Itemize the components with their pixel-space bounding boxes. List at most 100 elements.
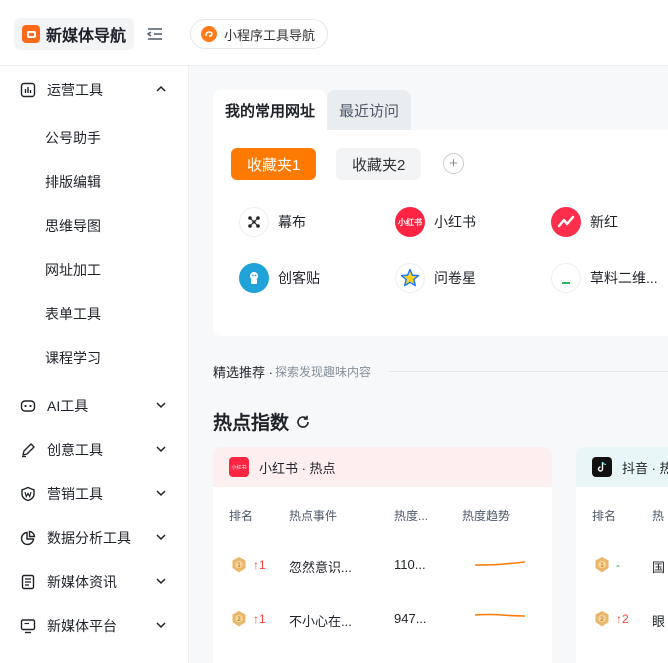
site-link-wenjuanxing[interactable]: 问卷星	[395, 262, 476, 294]
trend-sparkline	[474, 613, 526, 617]
site-name: 小红书	[434, 214, 476, 230]
chuangketie-icon	[239, 263, 269, 293]
hot-event[interactable]: 眼	[652, 611, 665, 630]
caoliao-icon	[551, 263, 581, 293]
sidebar-item-kecheng[interactable]: 课程学习	[45, 336, 101, 380]
sidebar-group-label: 创意工具	[47, 442, 103, 458]
hot-index-title: 热点指数	[213, 413, 290, 434]
pie-chart-icon	[20, 530, 36, 546]
sidebar-item-wangzhi[interactable]: 网址加工	[45, 248, 101, 292]
miniprogram-label: 小程序工具导航	[224, 27, 316, 43]
site-link-xiaohongshu[interactable]: 小红书 小红书	[395, 206, 476, 238]
pen-icon	[20, 442, 36, 458]
site-link-xinhong[interactable]: 新红	[551, 206, 618, 238]
column-header-rank: 排名	[592, 509, 617, 523]
svg-text:2: 2	[600, 616, 604, 623]
refresh-icon[interactable]	[295, 414, 311, 430]
site-name: 创客贴	[278, 270, 320, 286]
rank-change: -	[616, 558, 620, 572]
sidebar-group-platforms[interactable]: 新媒体平台	[0, 604, 189, 648]
favorites-tabs: 我的常用网址 最近访问	[213, 90, 412, 130]
rank-medal-icon: 1	[595, 557, 609, 573]
hot-card-douyin: 抖音 · 热 排名 热 1 - 国 2 ↑2 眼	[576, 447, 668, 663]
collapse-sidebar-icon[interactable]	[146, 26, 164, 42]
recommend-section-header: 精选推荐 · 探索发现趣味内容	[213, 362, 668, 380]
miniprogram-icon	[201, 26, 217, 42]
trend-sparkline	[474, 561, 526, 566]
bar-chart-icon	[20, 82, 36, 98]
sidebar-item-biaodan[interactable]: 表单工具	[45, 292, 101, 336]
site-name: 问卷星	[434, 270, 476, 286]
chevron-down-icon[interactable]	[155, 487, 167, 499]
hot-card-xiaohongshu: 小红书 小红书 · 热点 排名 热点事件 热度... 热度趋势 1 ↑1 忽然意…	[213, 447, 552, 663]
add-folder-button[interactable]: +	[443, 153, 464, 174]
tab-recent-visits[interactable]: 最近访问	[327, 90, 412, 130]
hot-card-source: 小红书 · 热点	[259, 460, 336, 476]
column-header-trend: 热度趋势	[462, 509, 511, 523]
chevron-down-icon[interactable]	[155, 443, 167, 455]
tab-my-favorites[interactable]: 我的常用网址	[213, 90, 328, 130]
chevron-down-icon[interactable]	[155, 399, 167, 411]
main-content: 我的常用网址 最近访问 收藏夹1 收藏夹2 + 幕布 小红书 小红书 新红 创客…	[189, 66, 668, 663]
hot-event[interactable]: 忽然意识...	[289, 557, 352, 576]
recommend-title: 精选推荐 ·	[213, 364, 273, 380]
brand-name: 新媒体导航	[46, 28, 127, 45]
rank-medal-icon: 2	[232, 611, 246, 627]
wenjuanxing-icon	[395, 263, 425, 293]
monitor-icon	[20, 618, 36, 634]
recommend-subtitle: 探索发现趣味内容	[274, 364, 371, 379]
shield-icon	[20, 486, 36, 502]
sidebar-group-creative-tools[interactable]: 创意工具	[0, 428, 189, 472]
hot-heat-value: 947...	[394, 611, 427, 626]
site-name: 幕布	[278, 214, 306, 230]
chevron-down-icon[interactable]	[155, 619, 167, 631]
sidebar-item-paiban[interactable]: 排版编辑	[45, 160, 101, 204]
rank-change: ↑1	[253, 558, 266, 572]
rank-change: ↑2	[616, 612, 629, 626]
column-header-heat: 热度...	[394, 509, 429, 523]
mubu-icon	[239, 207, 269, 237]
sidebar-group-label: AI工具	[47, 398, 89, 414]
column-header-event: 热点事件	[289, 509, 338, 523]
sidebar-group-label: 新媒体平台	[47, 618, 117, 634]
site-link-mubu[interactable]: 幕布	[239, 206, 306, 238]
divider	[388, 370, 668, 372]
folder-tab-2[interactable]: 收藏夹2	[336, 148, 422, 180]
hot-event[interactable]: 国	[652, 557, 665, 576]
rank-medal-icon: 1	[232, 557, 246, 573]
hot-index-heading: 热点指数	[213, 408, 311, 435]
xinhong-icon	[551, 207, 581, 237]
robot-icon	[20, 398, 36, 414]
sidebar-group-news[interactable]: 新媒体资讯	[0, 560, 189, 604]
hot-heat-value: 110...	[394, 557, 426, 572]
column-header-event: 热	[652, 509, 665, 523]
sidebar: 运营工具 公号助手 排版编辑 思维导图 网址加工 表单工具 课程学习 AI工具 …	[0, 66, 189, 663]
chevron-down-icon[interactable]	[155, 531, 167, 543]
chevron-up-icon[interactable]	[155, 83, 167, 95]
sidebar-item-gonghao[interactable]: 公号助手	[45, 116, 101, 160]
site-link-chuangketie[interactable]: 创客贴	[239, 262, 320, 294]
site-link-caoliao[interactable]: 草料二维...	[551, 262, 658, 294]
sidebar-group-marketing-tools[interactable]: 营销工具	[0, 472, 189, 516]
sidebar-group-label: 数据分析工具	[47, 530, 131, 546]
sidebar-group-data-analysis[interactable]: 数据分析工具	[0, 516, 189, 560]
sidebar-item-siwei[interactable]: 思维导图	[45, 204, 101, 248]
rank-change: ↑1	[253, 612, 266, 626]
brand-logo-link[interactable]: 新媒体导航	[14, 18, 135, 50]
xiaohongshu-logo-icon: 小红书	[229, 457, 249, 477]
news-icon	[20, 574, 36, 590]
site-name: 新红	[590, 214, 618, 230]
chevron-down-icon[interactable]	[155, 575, 167, 587]
svg-text:1: 1	[237, 562, 241, 569]
sidebar-group-ops-tools[interactable]: 运营工具	[0, 68, 189, 112]
svg-text:2: 2	[237, 616, 241, 623]
folder-tab-1[interactable]: 收藏夹1	[231, 148, 317, 180]
douyin-logo-icon	[592, 457, 612, 477]
sidebar-group-label: 新媒体资讯	[47, 574, 117, 590]
site-name: 草料二维...	[590, 270, 658, 286]
sidebar-group-ai-tools[interactable]: AI工具	[0, 384, 189, 428]
miniprogram-nav-button[interactable]: 小程序工具导航	[190, 19, 329, 49]
sidebar-group-label: 营销工具	[47, 486, 103, 502]
svg-text:1: 1	[600, 562, 604, 569]
hot-event[interactable]: 不小心在...	[289, 611, 352, 630]
